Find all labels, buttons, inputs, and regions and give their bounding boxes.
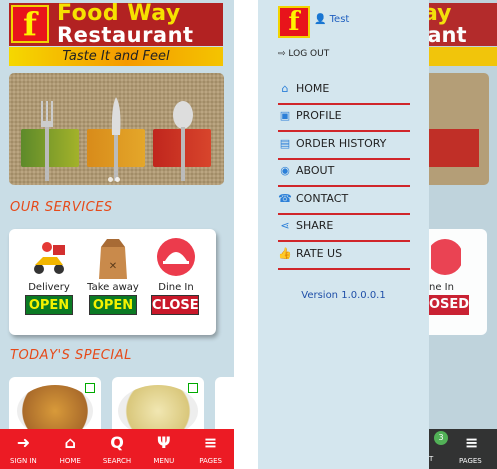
svg-text:✕: ✕ (109, 261, 117, 272)
thumbs-up-icon: 👍 (278, 247, 292, 260)
logo-tagline: Taste It and Feel (9, 47, 223, 66)
dinein-label: Dine In (158, 282, 194, 293)
banner-slider[interactable] (9, 73, 224, 185)
home-screen: f Food Way Restaurant Taste It and Feel … (0, 0, 234, 469)
home-icon: ⌂ (281, 82, 289, 95)
user-icon: 👤 (314, 14, 327, 25)
navigation-drawer: f 👤 Test ⇨ LOG OUT ⌂ HOME ▣ PROFILE ▤ ORDER… (258, 0, 429, 469)
delivery-label: Delivery (28, 282, 70, 293)
drawer-item-about[interactable]: ◉ ABOUT (278, 160, 410, 187)
about-icon: ◉ (280, 164, 290, 177)
special-item-card[interactable] (112, 377, 204, 437)
nav-search[interactable]: Q SEARCH (94, 429, 141, 469)
takeaway-label: Take away (87, 282, 139, 293)
cart-count-badge: 3 (434, 431, 448, 445)
logo-f-icon: f (11, 5, 49, 43)
menu-icon: Ψ (156, 433, 171, 452)
fork-icon (41, 101, 53, 181)
logout-button[interactable]: ⇨ LOG OUT (278, 49, 329, 59)
drawer-item-share[interactable]: ⋖ SHARE (278, 215, 410, 242)
nav-menu[interactable]: Ψ MENU (140, 429, 187, 469)
drawer-item-profile[interactable]: ▣ PROFILE (278, 105, 410, 132)
drawer-item-rate-us[interactable]: 👍 RATE US (278, 243, 410, 270)
drawer-item-order-history[interactable]: ▤ ORDER HISTORY (278, 133, 410, 160)
takeaway-bag-icon: ✕ (99, 239, 127, 279)
drawer-logo: f (278, 6, 310, 38)
drawer-user-name[interactable]: 👤 Test (314, 14, 349, 25)
logout-icon: ⇨ (278, 49, 286, 59)
spoon-icon (173, 101, 193, 181)
delivery-service[interactable] (19, 237, 79, 277)
pages-icon: ≡ (465, 433, 479, 452)
dinein-service[interactable] (146, 237, 206, 277)
special-title: TODAY'S SPECIAL (10, 348, 132, 363)
delivery-scooter-icon (34, 242, 65, 274)
takeaway-service[interactable]: ✕ (83, 237, 143, 281)
drawer-item-home[interactable]: ⌂ HOME (278, 78, 410, 105)
restaurant-logo: f Food Way Restaurant Taste It and Feel (9, 1, 223, 66)
special-item-card[interactable] (215, 377, 234, 437)
profile-icon: ▣ (279, 109, 291, 122)
nav-pages[interactable]: ≡ PAGES (187, 429, 234, 469)
dinein-cloche-icon (431, 239, 461, 275)
services-card: Delivery OPEN ✕ Take away OPEN Dine In C… (9, 229, 216, 335)
share-icon: ⋖ (280, 219, 290, 232)
bottom-nav: ➜ SIGN IN ⌂ HOME Q SEARCH Ψ MENU ≡ PAGES (0, 429, 234, 469)
app-version: Version 1.0.0.0.1 (301, 290, 386, 301)
home-icon: ⌂ (64, 433, 76, 452)
veg-indicator-icon (85, 383, 95, 393)
phone-icon: ☎ (278, 192, 292, 205)
search-icon: Q (110, 433, 124, 452)
takeaway-status-badge: OPEN (89, 295, 137, 315)
services-title: OUR SERVICES (10, 200, 113, 215)
special-item-card[interactable] (9, 377, 101, 437)
delivery-status-badge: OPEN (25, 295, 73, 315)
sign-in-icon: ➜ (16, 433, 31, 452)
drawer-item-contact[interactable]: ☎ CONTACT (278, 188, 410, 215)
dinein-cloche-icon (157, 238, 195, 276)
nav-sign-in[interactable]: ➜ SIGN IN (0, 429, 47, 469)
drawer-screen: ay rant ne In OSED 3 T ≡ PAGES f 👤 Test … (258, 0, 497, 469)
dinein-status-badge: CLOSED (151, 295, 209, 315)
nav-home[interactable]: ⌂ HOME (47, 429, 94, 469)
veg-indicator-icon (188, 383, 198, 393)
slider-dots[interactable] (107, 167, 121, 185)
pages-icon: ≡ (203, 433, 218, 452)
logo-name-line2: Restaurant (57, 23, 194, 47)
book-icon: ▤ (279, 137, 291, 150)
background-content[interactable]: ay rant ne In OSED 3 T ≡ PAGES (429, 0, 497, 469)
